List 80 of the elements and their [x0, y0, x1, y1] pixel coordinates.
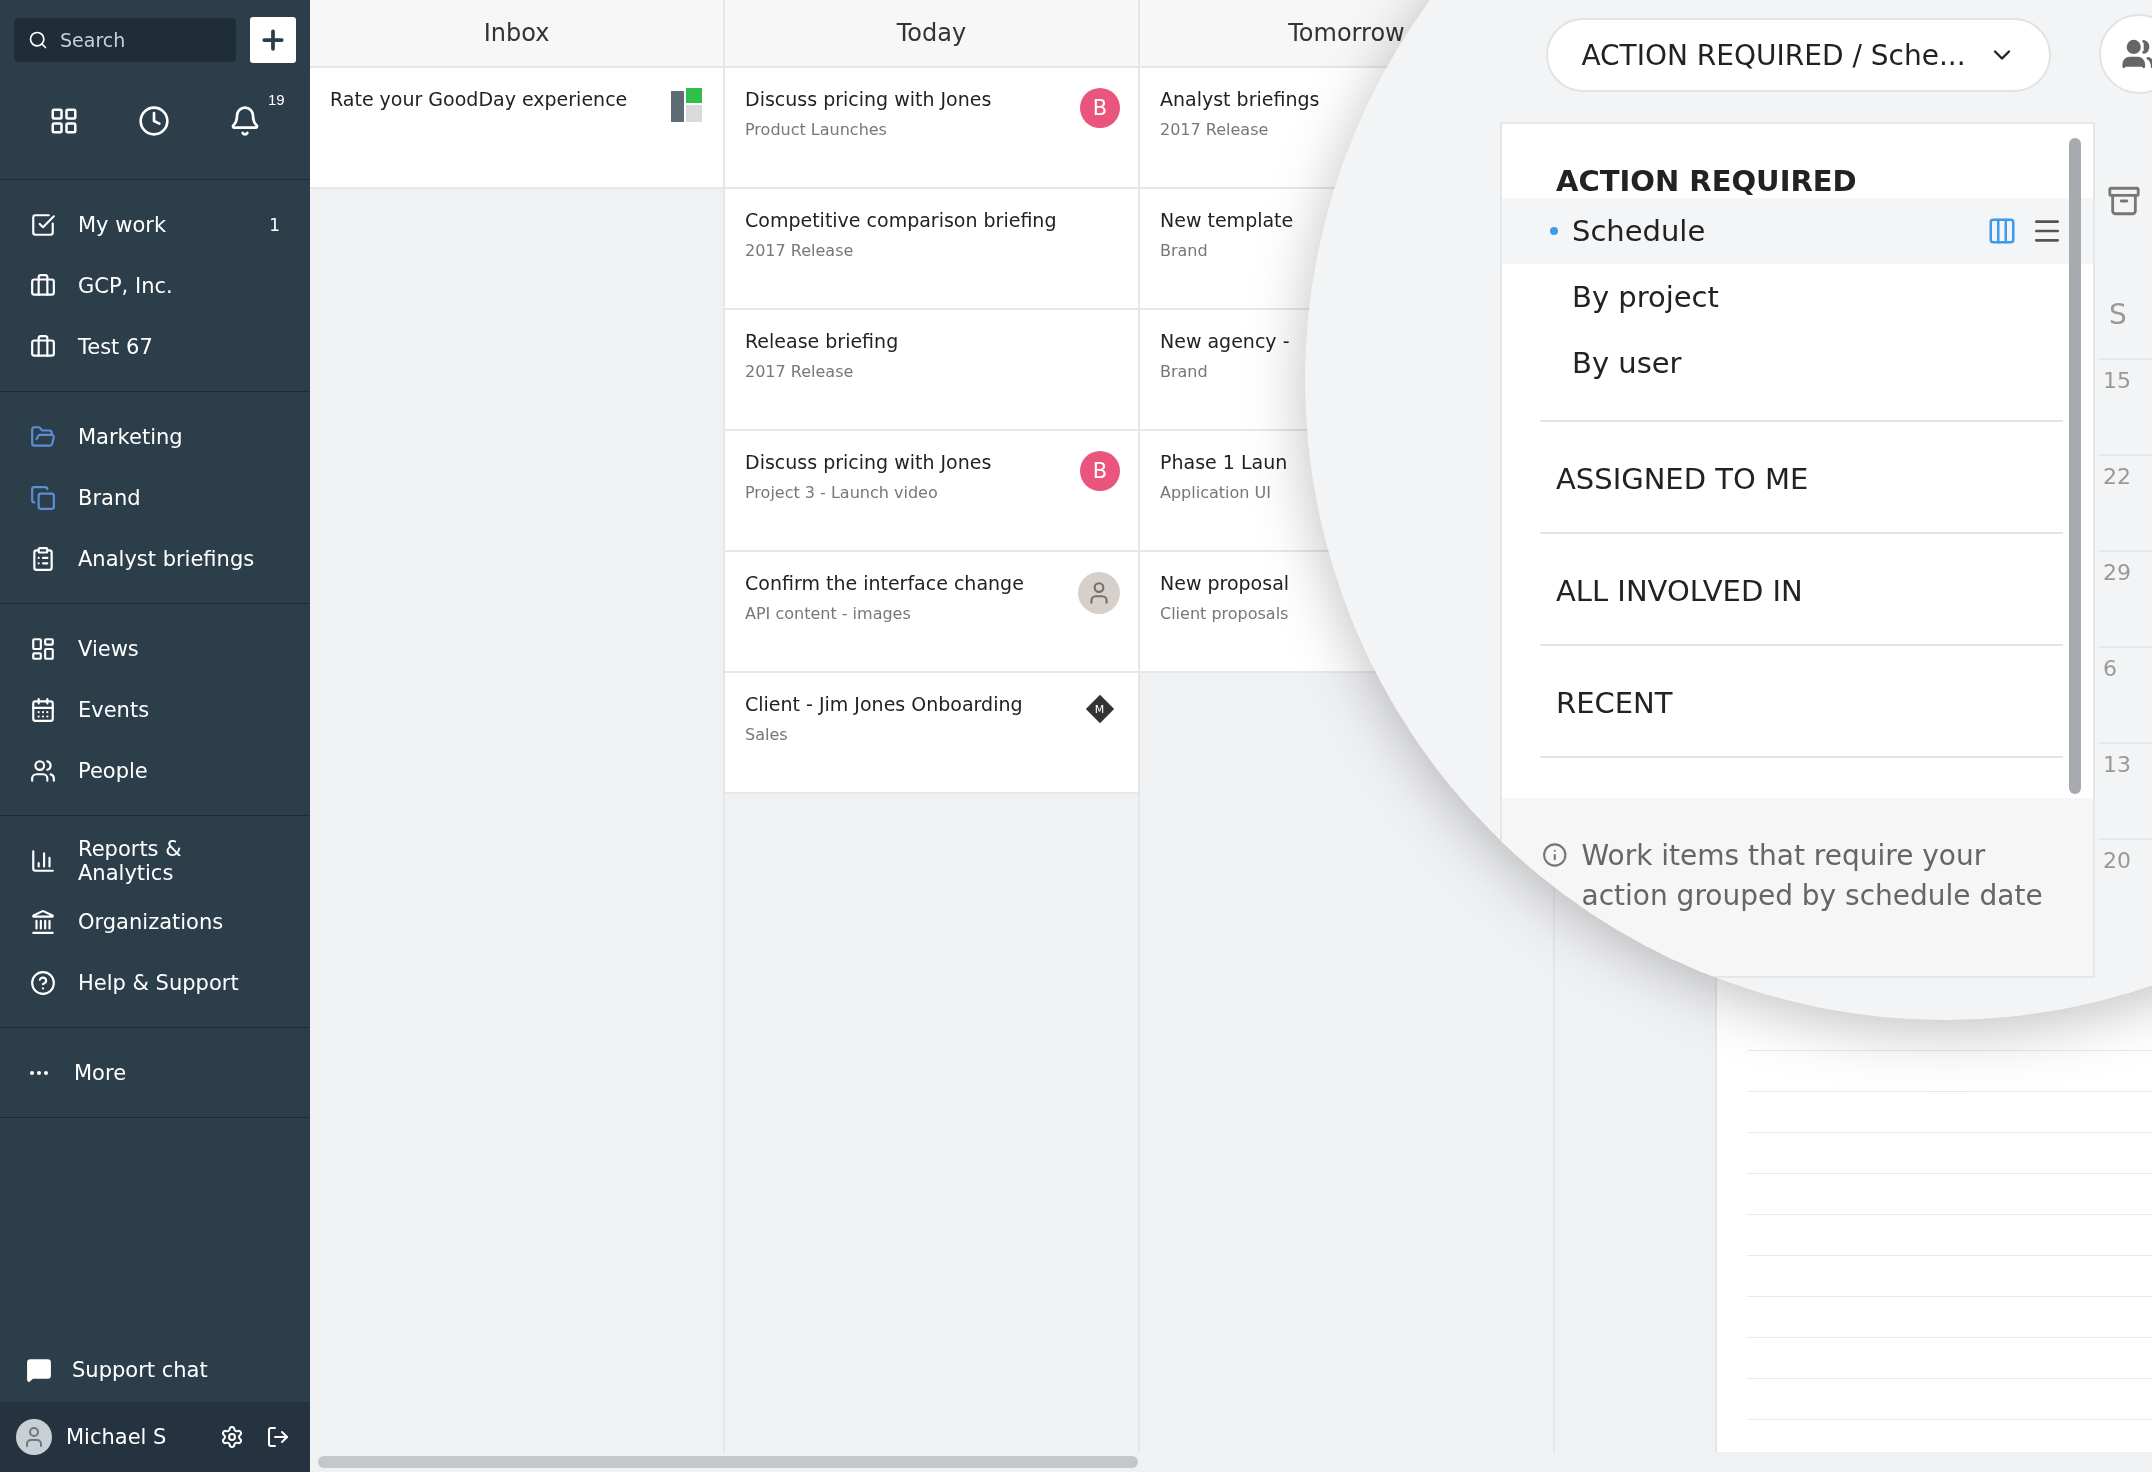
- chat-icon: [26, 1357, 52, 1383]
- card-title: Rate your GoodDay experience: [330, 88, 629, 110]
- user-name: Michael S: [66, 1425, 168, 1449]
- card-subtitle: Application UI: [1160, 483, 1272, 502]
- card-subtitle: Brand: [1160, 241, 1209, 260]
- sidebar-item[interactable]: Views: [0, 618, 310, 679]
- search-icon: [28, 30, 48, 50]
- card-title: Release briefing: [745, 330, 900, 352]
- card-title: Confirm the interface change: [745, 572, 1025, 594]
- avatar-placeholder: [1078, 572, 1120, 614]
- support-chat-link[interactable]: Support chat: [0, 1338, 310, 1402]
- avatar-letter: B: [1080, 88, 1120, 128]
- sidebar-item[interactable]: People: [0, 740, 310, 801]
- card-title: Discuss pricing with Jones: [745, 451, 993, 473]
- sidebar-item[interactable]: My work 1: [0, 194, 310, 255]
- view-dropdown[interactable]: ACTION REQUIRED / Sche...: [1546, 18, 2051, 92]
- card-title: Discuss pricing with Jones: [745, 88, 993, 110]
- archive-icon[interactable]: [2107, 184, 2141, 218]
- task-card[interactable]: Confirm the interface change API content - images: [725, 552, 1138, 673]
- more-icon: [30, 1070, 48, 1075]
- card-title: Analyst briefings: [1160, 88, 1321, 110]
- sidebar-item[interactable]: Analyst briefings: [0, 528, 310, 589]
- calendar-day: 29: [2099, 550, 2152, 646]
- menu-description: Work items that require your action grouped by schedule date: [1581, 838, 2044, 914]
- calendar-day: 13: [2099, 742, 2152, 838]
- card-title: New proposal: [1160, 572, 1291, 594]
- card-subtitle: Product Launches: [745, 120, 888, 139]
- card-subtitle: Sales: [745, 725, 789, 744]
- avatar-letter: B: [1080, 451, 1120, 491]
- sidebar-item[interactable]: Test 67: [0, 316, 310, 377]
- sidebar-item[interactable]: Organizations: [0, 891, 310, 952]
- sidebar-item[interactable]: GCP, Inc.: [0, 255, 310, 316]
- calendar-day: 20: [2099, 838, 2152, 934]
- sidebar-item[interactable]: Events: [0, 679, 310, 740]
- columns-icon[interactable]: [1987, 216, 2017, 246]
- sidebar-item[interactable]: Help & Support: [0, 952, 310, 1013]
- calendar-header: S: [2109, 298, 2127, 333]
- task-card[interactable]: Client - Jim Jones Onboarding Sales M: [725, 673, 1138, 794]
- card-title: Competitive comparison briefing: [745, 209, 1058, 231]
- card-title: New template: [1160, 209, 1295, 231]
- sidebar-item[interactable]: Reports & Analytics: [0, 830, 310, 891]
- menu-section[interactable]: ASSIGNED TO ME: [1540, 462, 2063, 496]
- card-subtitle: 2017 Release: [1160, 120, 1270, 139]
- menu-item[interactable]: Schedule: [1502, 198, 2093, 264]
- task-card[interactable]: Competitive comparison briefing 2017 Release: [725, 189, 1138, 310]
- task-card[interactable]: Discuss pricing with Jones Project 3 - Launch video B: [725, 431, 1138, 552]
- column-header: Today: [725, 0, 1138, 68]
- card-subtitle: Project 3 - Launch video: [745, 483, 939, 502]
- more-item[interactable]: More: [0, 1042, 310, 1103]
- notification-count: 19: [267, 91, 285, 108]
- calendar-day: 22: [2099, 454, 2152, 550]
- sidebar-item[interactable]: Brand: [0, 467, 310, 528]
- scrollbar-thumb[interactable]: [318, 1456, 1138, 1468]
- diamond-badge: M: [1085, 694, 1115, 724]
- add-button[interactable]: [250, 17, 296, 63]
- task-card[interactable]: Release briefing 2017 Release: [725, 310, 1138, 431]
- menu-item[interactable]: By user: [1502, 330, 2093, 396]
- card-subtitle: 2017 Release: [745, 241, 855, 260]
- selection-dot: [1550, 227, 1558, 235]
- sidebar-item[interactable]: Marketing: [0, 406, 310, 467]
- card-subtitle: API content - images: [745, 604, 912, 623]
- menu-section[interactable]: RECENT: [1540, 686, 2063, 720]
- card-subtitle: 2017 Release: [745, 362, 855, 381]
- scrollbar-thumb[interactable]: [2069, 138, 2081, 794]
- info-icon: [1542, 842, 1568, 868]
- card-subtitle: Client proposals: [1160, 604, 1290, 623]
- card-title: Client - Jim Jones Onboarding: [745, 693, 1024, 715]
- task-card[interactable]: Discuss pricing with Jones Product Launches B: [725, 68, 1138, 189]
- calendar-day: 6: [2099, 646, 2152, 742]
- card-title: Phase 1 Laun: [1160, 451, 1289, 473]
- logo-icon: [671, 88, 705, 122]
- column-header: Inbox: [310, 0, 723, 68]
- people-icon: [2121, 37, 2152, 71]
- task-card[interactable]: Rate your GoodDay experience: [310, 68, 723, 189]
- search-field[interactable]: Search: [14, 18, 236, 62]
- calendar-day: 15: [2099, 358, 2152, 454]
- menu-item[interactable]: By project: [1502, 264, 2093, 330]
- card-title: New agency -: [1160, 330, 1291, 352]
- user-avatar: [16, 1419, 52, 1455]
- card-subtitle: Brand: [1160, 362, 1209, 381]
